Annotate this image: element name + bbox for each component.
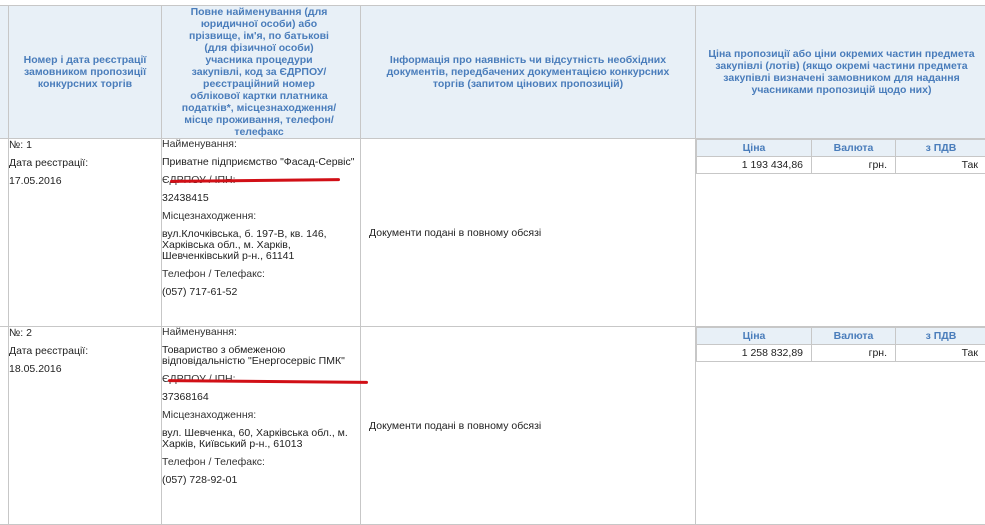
name-label: Найменування: xyxy=(162,139,360,150)
participant-name: Приватне підприємство "Фасад-Сервіс" xyxy=(162,157,360,168)
phone-value: (057) 717-61-52 xyxy=(162,287,360,298)
registration-date-label: Дата реєстрації: xyxy=(9,345,161,357)
address-value: вул. Шевченка, 60, Харківська обл., м. Х… xyxy=(162,428,360,450)
edrpou-value: 37368164 xyxy=(162,392,360,403)
bid-results-table: Номер і дата реєстрації замовником пропо… xyxy=(0,5,985,525)
price-header: Ціна xyxy=(697,328,812,345)
currency-header: Валюта xyxy=(812,140,896,157)
table-header-row: Номер і дата реєстрації замовником пропо… xyxy=(0,6,985,139)
price-table: Ціна Валюта з ПДВ 1 258 832,89 грн. Так xyxy=(696,327,985,362)
currency-value: грн. xyxy=(812,345,896,362)
registration-cell: №: 1 Дата реєстрації: 17.05.2016 xyxy=(9,139,162,327)
table-row: №: 2 Дата реєстрації: 18.05.2016 Наймену… xyxy=(0,327,985,525)
header-price: Ціна пропозиції або ціни окремих частин … xyxy=(696,6,985,139)
currency-value: грн. xyxy=(812,157,896,174)
edrpou-value: 32438415 xyxy=(162,193,360,204)
phone-label: Телефон / Телефакс: xyxy=(162,457,360,468)
row-stub xyxy=(0,139,9,327)
price-table: Ціна Валюта з ПДВ 1 193 434,86 грн. Так xyxy=(696,139,985,174)
name-label: Найменування: xyxy=(162,327,360,338)
registration-date: 17.05.2016 xyxy=(9,175,161,187)
registration-cell: №: 2 Дата реєстрації: 18.05.2016 xyxy=(9,327,162,525)
participant-cell: Найменування: Приватне підприємство "Фас… xyxy=(162,139,361,327)
price-value: 1 193 434,86 xyxy=(697,157,812,174)
price-header: Ціна xyxy=(697,140,812,157)
vat-header: з ПДВ xyxy=(896,140,985,157)
currency-header: Валюта xyxy=(812,328,896,345)
registration-date: 18.05.2016 xyxy=(9,363,161,375)
header-stub xyxy=(0,6,9,139)
price-header-row: Ціна Валюта з ПДВ xyxy=(697,328,985,345)
table-row: №: 1 Дата реєстрації: 17.05.2016 Наймену… xyxy=(0,139,985,327)
phone-label: Телефон / Телефакс: xyxy=(162,269,360,280)
header-participant: Повне найменування (для юридичної особи)… xyxy=(162,6,361,139)
phone-value: (057) 728-92-01 xyxy=(162,475,360,486)
price-value: 1 258 832,89 xyxy=(697,345,812,362)
participant-cell: Найменування: Товариство з обмеженою від… xyxy=(162,327,361,525)
price-value-row: 1 258 832,89 грн. Так xyxy=(697,345,985,362)
documents-cell: Документи подані в повному обсязі xyxy=(361,327,696,525)
price-value-row: 1 193 434,86 грн. Так xyxy=(697,157,985,174)
header-number-date: Номер і дата реєстрації замовником пропо… xyxy=(9,6,162,139)
registration-number: №: 2 xyxy=(9,327,161,339)
vat-value: Так xyxy=(896,157,985,174)
registration-date-label: Дата реєстрації: xyxy=(9,157,161,169)
vat-value: Так xyxy=(896,345,985,362)
participant-name: Товариство з обмеженою відповідальністю … xyxy=(162,345,360,367)
documents-cell: Документи подані в повному обсязі xyxy=(361,139,696,327)
address-label: Місцезнаходження: xyxy=(162,410,360,421)
vat-header: з ПДВ xyxy=(896,328,985,345)
registration-number: №: 1 xyxy=(9,139,161,151)
header-documents: Інформація про наявність чи відсутність … xyxy=(361,6,696,139)
price-header-row: Ціна Валюта з ПДВ xyxy=(697,140,985,157)
address-label: Місцезнаходження: xyxy=(162,211,360,222)
price-cell: Ціна Валюта з ПДВ 1 258 832,89 грн. Так xyxy=(696,327,985,525)
address-value: вул.Клочківська, б. 197-В, кв. 146, Харк… xyxy=(162,229,360,262)
price-cell: Ціна Валюта з ПДВ 1 193 434,86 грн. Так xyxy=(696,139,985,327)
row-stub xyxy=(0,327,9,525)
